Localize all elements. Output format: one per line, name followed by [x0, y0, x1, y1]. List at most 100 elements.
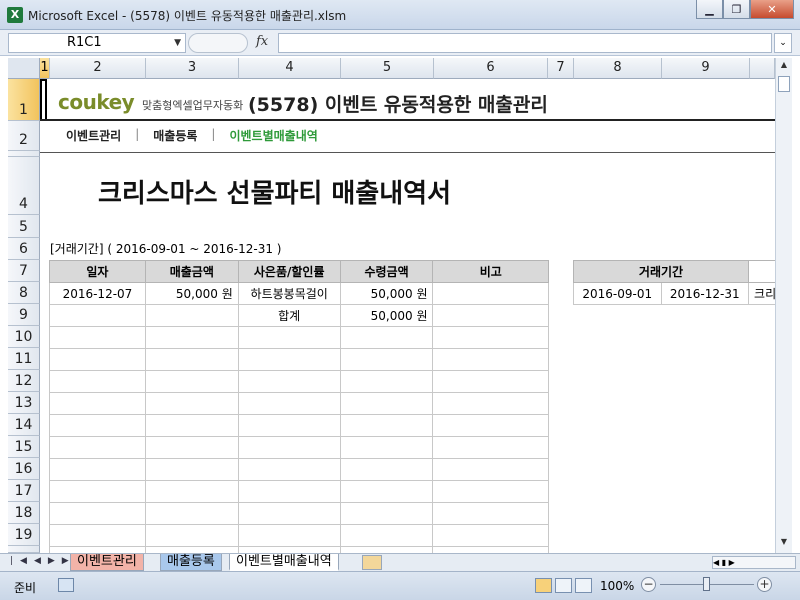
empty-cell[interactable] — [237, 502, 341, 525]
empty-cell[interactable] — [144, 326, 239, 349]
horizontal-scrollbar[interactable]: ◀ ▮ ▶ — [712, 556, 796, 569]
row-header[interactable]: 7 — [8, 260, 40, 282]
row-header[interactable]: 12 — [8, 370, 40, 392]
empty-cell[interactable] — [432, 326, 549, 349]
empty-cell[interactable] — [49, 414, 146, 437]
row-header[interactable]: 2 — [8, 121, 40, 151]
empty-cell[interactable] — [339, 392, 434, 415]
empty-cell[interactable] — [237, 436, 341, 459]
name-box[interactable]: R1C1 ▼ — [8, 33, 186, 53]
empty-cell[interactable] — [144, 348, 239, 371]
empty-cell[interactable] — [432, 436, 549, 459]
cell-total-blank[interactable] — [144, 304, 239, 327]
select-all-corner[interactable] — [8, 58, 40, 79]
column-header[interactable]: 4 — [239, 58, 341, 79]
empty-cell[interactable] — [144, 370, 239, 393]
empty-cell[interactable] — [432, 502, 549, 525]
empty-cell[interactable] — [49, 524, 146, 547]
cell-total-blank[interactable] — [432, 304, 549, 327]
empty-cell[interactable] — [144, 502, 239, 525]
empty-cell[interactable] — [432, 524, 549, 547]
column-header[interactable]: 1 — [40, 58, 50, 79]
macro-record-icon[interactable] — [58, 578, 74, 592]
insert-function-icon[interactable]: fx — [256, 34, 268, 49]
normal-view-icon[interactable] — [535, 578, 552, 593]
empty-cell[interactable] — [144, 436, 239, 459]
excel-icon[interactable]: X — [7, 7, 23, 23]
empty-cell[interactable] — [237, 480, 341, 503]
row-header[interactable]: 18 — [8, 502, 40, 524]
tab-event-management[interactable]: 이벤트관리 — [70, 554, 144, 571]
period-end[interactable]: 2016-12-31 — [660, 282, 750, 305]
zoom-out-button[interactable]: − — [641, 577, 656, 592]
active-cell[interactable] — [40, 79, 47, 121]
row-header[interactable]: 11 — [8, 348, 40, 370]
empty-cell[interactable] — [748, 260, 775, 283]
row-header[interactable]: 16 — [8, 458, 40, 480]
expand-formula-bar-button[interactable]: ⌄ — [774, 33, 792, 53]
empty-cell[interactable] — [49, 370, 146, 393]
event-name-cell[interactable]: 크리 — [748, 282, 775, 305]
empty-cell[interactable] — [49, 326, 146, 349]
total-label[interactable]: 합계 — [237, 304, 341, 327]
empty-cell[interactable] — [432, 414, 549, 437]
empty-cell[interactable] — [49, 480, 146, 503]
tab-sales-entry[interactable]: 매출등록 — [160, 554, 222, 571]
empty-cell[interactable] — [339, 480, 434, 503]
empty-cell[interactable] — [144, 414, 239, 437]
row-header[interactable]: 5 — [8, 215, 40, 238]
restore-button[interactable]: ❐ — [723, 0, 750, 19]
empty-cell[interactable] — [237, 458, 341, 481]
row-header[interactable]: 1 — [8, 79, 40, 121]
empty-cell[interactable] — [237, 370, 341, 393]
page-break-view-icon[interactable] — [575, 578, 592, 593]
empty-cell[interactable] — [432, 370, 549, 393]
column-header[interactable]: 5 — [341, 58, 434, 79]
empty-cell[interactable] — [339, 326, 434, 349]
empty-cell[interactable] — [339, 458, 434, 481]
empty-cell[interactable] — [432, 392, 549, 415]
empty-cell[interactable] — [49, 502, 146, 525]
close-button[interactable]: ✕ — [750, 0, 794, 19]
row-header[interactable] — [8, 546, 40, 553]
cell-total-blank[interactable] — [49, 304, 146, 327]
row-header[interactable]: 17 — [8, 480, 40, 502]
nav-link-event-management[interactable]: 이벤트관리 — [66, 127, 121, 144]
empty-cell[interactable] — [237, 524, 341, 547]
empty-cell[interactable] — [144, 524, 239, 547]
empty-cell[interactable] — [339, 348, 434, 371]
column-header[interactable]: 7 — [548, 58, 574, 79]
page-layout-view-icon[interactable] — [555, 578, 572, 593]
cell-received-amount[interactable]: 50,000 원 — [339, 282, 434, 305]
zoom-level[interactable]: 100% — [600, 579, 634, 593]
column-header[interactable]: 9 — [662, 58, 750, 79]
row-header[interactable]: 9 — [8, 304, 40, 326]
formula-input[interactable] — [278, 33, 772, 53]
column-header[interactable]: 8 — [574, 58, 662, 79]
zoom-slider-thumb[interactable] — [703, 577, 710, 591]
cell-gift[interactable]: 하트봉봉목걸이 — [237, 282, 341, 305]
scroll-down-icon[interactable]: ▼ — [776, 537, 792, 551]
scrollbar-thumb[interactable] — [778, 76, 790, 92]
vertical-scrollbar[interactable]: ▲ ▼ — [775, 58, 792, 553]
cell-date[interactable]: 2016-12-07 — [49, 282, 146, 305]
row-header[interactable]: 10 — [8, 326, 40, 348]
empty-cell[interactable] — [49, 392, 146, 415]
empty-cell[interactable] — [339, 502, 434, 525]
empty-cell[interactable] — [49, 436, 146, 459]
formula-bar-handle[interactable] — [188, 33, 248, 53]
row-header[interactable]: 8 — [8, 282, 40, 304]
minimize-button[interactable]: ▁ — [696, 0, 723, 19]
scroll-up-icon[interactable]: ▲ — [776, 60, 792, 74]
column-header[interactable]: 2 — [50, 58, 146, 79]
tab-event-sales[interactable]: 이벤트별매출내역 — [229, 554, 339, 571]
column-header[interactable]: 3 — [146, 58, 239, 79]
empty-cell[interactable] — [237, 392, 341, 415]
nav-link-event-sales[interactable]: 이벤트별매출내역 — [229, 127, 317, 144]
column-header[interactable]: 6 — [434, 58, 548, 79]
nav-link-sales-entry[interactable]: 매출등록 — [153, 127, 197, 144]
row-header[interactable]: 14 — [8, 414, 40, 436]
empty-cell[interactable] — [339, 414, 434, 437]
chevron-down-icon[interactable]: ▼ — [174, 34, 181, 52]
period-start[interactable]: 2016-09-01 — [573, 282, 662, 305]
